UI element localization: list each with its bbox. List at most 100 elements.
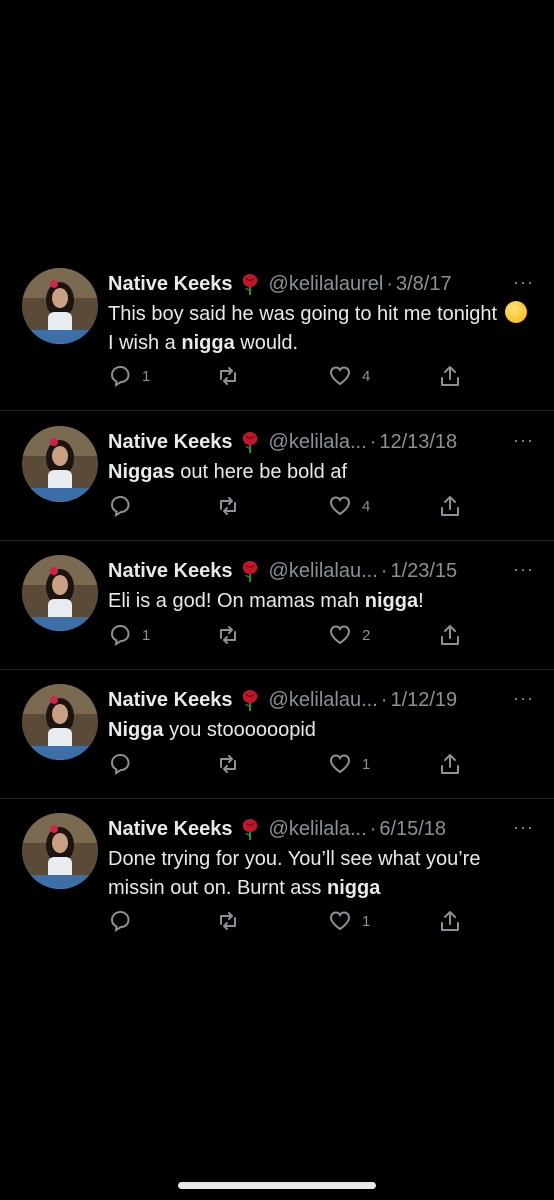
text-part: out here be bold af <box>174 461 348 483</box>
more-options-icon[interactable]: ··· <box>513 272 534 293</box>
like-count: 1 <box>362 912 371 930</box>
avatar[interactable] <box>22 426 98 502</box>
author-name[interactable]: Native Keeks <box>108 689 233 712</box>
tweet-text: Niggas out here be bold af <box>108 458 538 487</box>
share-button[interactable] <box>438 752 462 776</box>
heart-icon <box>329 366 351 386</box>
more-options-icon[interactable]: ··· <box>513 559 534 580</box>
reply-button[interactable] <box>108 909 142 933</box>
share-icon <box>441 625 459 645</box>
like-count: 1 <box>362 755 371 773</box>
text-part: This boy said he was going to hit me ton… <box>108 303 503 325</box>
more-options-icon[interactable]: ··· <box>513 430 534 451</box>
tweet-header: Native Keeks @kelilala... · 6/15/18 ··· <box>108 815 534 843</box>
like-button[interactable]: 1 <box>328 909 370 933</box>
share-button[interactable] <box>438 623 462 647</box>
rose-emoji-icon <box>242 561 257 582</box>
heart-icon <box>329 496 351 516</box>
tweet-actions: 1 4 <box>108 364 468 390</box>
separator: · <box>380 559 388 582</box>
retweet-icon <box>220 755 236 773</box>
text-part: I wish a <box>108 332 182 354</box>
share-button[interactable] <box>438 364 462 388</box>
reply-icon <box>110 624 130 646</box>
separator: · <box>369 430 377 453</box>
share-icon <box>441 754 459 774</box>
retweet-icon <box>220 912 236 930</box>
author-handle[interactable]: @kelilala... <box>269 818 367 841</box>
tweet-date[interactable]: 1/12/19 <box>390 689 457 712</box>
like-button[interactable]: 1 <box>328 752 370 776</box>
author-name[interactable]: Native Keeks <box>108 818 233 841</box>
share-button[interactable] <box>438 494 462 518</box>
text-part-bold: nigga <box>326 877 381 899</box>
timeline: Native Keeks @kelilalaurel · 3/8/17 ··· … <box>0 0 554 1200</box>
like-count: 2 <box>362 626 371 644</box>
tweet-actions: 1 <box>108 752 468 778</box>
tweet-actions: 1 <box>108 909 468 935</box>
like-count: 4 <box>362 367 371 385</box>
like-button[interactable]: 4 <box>328 494 370 518</box>
reply-icon <box>110 753 130 775</box>
like-button[interactable]: 2 <box>328 623 370 647</box>
share-icon <box>441 496 459 516</box>
author-name[interactable]: Native Keeks <box>108 431 233 454</box>
share-button[interactable] <box>438 909 462 933</box>
tweet-date[interactable]: 12/13/18 <box>379 431 457 454</box>
retweet-button[interactable] <box>216 494 250 518</box>
rose-emoji-icon <box>242 432 257 453</box>
more-options-icon[interactable]: ··· <box>513 688 534 709</box>
avatar[interactable] <box>22 268 98 344</box>
author-handle[interactable]: @kelilalau... <box>269 689 378 712</box>
text-part: you stoooooopid <box>163 719 316 741</box>
tweet-actions: 4 <box>108 494 468 520</box>
rose-emoji-icon <box>242 274 257 295</box>
reply-icon <box>110 495 130 517</box>
tweet[interactable]: Native Keeks @kelilala... · 12/13/18 ···… <box>0 426 554 541</box>
text-part: Eli is a god! On mamas mah <box>108 590 365 612</box>
tweet-header: Native Keeks @kelilalau... · 1/23/15 ··· <box>108 557 534 585</box>
reply-button[interactable]: 1 <box>108 623 150 647</box>
avatar[interactable] <box>22 813 98 889</box>
retweet-button[interactable] <box>216 364 250 388</box>
tweet-header: Native Keeks @kelilala... · 12/13/18 ··· <box>108 428 534 456</box>
tweet[interactable]: Native Keeks @kelilalaurel · 3/8/17 ··· … <box>0 268 554 411</box>
like-button[interactable]: 4 <box>328 364 370 388</box>
like-count: 4 <box>362 497 371 515</box>
tweet[interactable]: Native Keeks @kelilalau... · 1/23/15 ···… <box>0 555 554 670</box>
author-handle[interactable]: @kelilalau... <box>269 560 378 583</box>
reply-button[interactable]: 1 <box>108 364 150 388</box>
heart-icon <box>329 754 351 774</box>
author-name[interactable]: Native Keeks <box>108 273 233 296</box>
tweet-date[interactable]: 6/15/18 <box>379 818 446 841</box>
author-name[interactable]: Native Keeks <box>108 560 233 583</box>
reply-button[interactable] <box>108 752 142 776</box>
heart-icon <box>329 911 351 931</box>
tweet-text: Eli is a god! On mamas mah nigga! <box>108 587 538 616</box>
retweet-button[interactable] <box>216 909 250 933</box>
text-part-bold: nigga <box>364 590 419 612</box>
reply-icon <box>110 910 130 932</box>
retweet-button[interactable] <box>216 623 250 647</box>
reply-icon <box>110 365 130 387</box>
share-icon <box>441 911 459 931</box>
tweet-text: This boy said he was going to hit me ton… <box>108 300 538 358</box>
home-indicator[interactable] <box>178 1182 376 1189</box>
tweet[interactable]: Native Keeks @kelilalau... · 1/12/19 ···… <box>0 684 554 799</box>
avatar[interactable] <box>22 555 98 631</box>
more-options-icon[interactable]: ··· <box>513 817 534 838</box>
retweet-icon <box>220 367 236 385</box>
retweet-button[interactable] <box>216 752 250 776</box>
avatar[interactable] <box>22 684 98 760</box>
author-handle[interactable]: @kelilala... <box>269 431 367 454</box>
tweet-date[interactable]: 1/23/15 <box>390 560 457 583</box>
tweet-date[interactable]: 3/8/17 <box>396 273 452 296</box>
reply-button[interactable] <box>108 494 142 518</box>
author-handle[interactable]: @kelilalaurel <box>269 273 384 296</box>
separator: · <box>380 688 388 711</box>
tweet-header: Native Keeks @kelilalaurel · 3/8/17 ··· <box>108 270 534 298</box>
text-part-bold: Nigga <box>108 719 164 741</box>
text-part: would. <box>234 332 299 354</box>
retweet-icon <box>220 497 236 515</box>
tweet[interactable]: Native Keeks @kelilala... · 6/15/18 ··· … <box>0 813 554 955</box>
